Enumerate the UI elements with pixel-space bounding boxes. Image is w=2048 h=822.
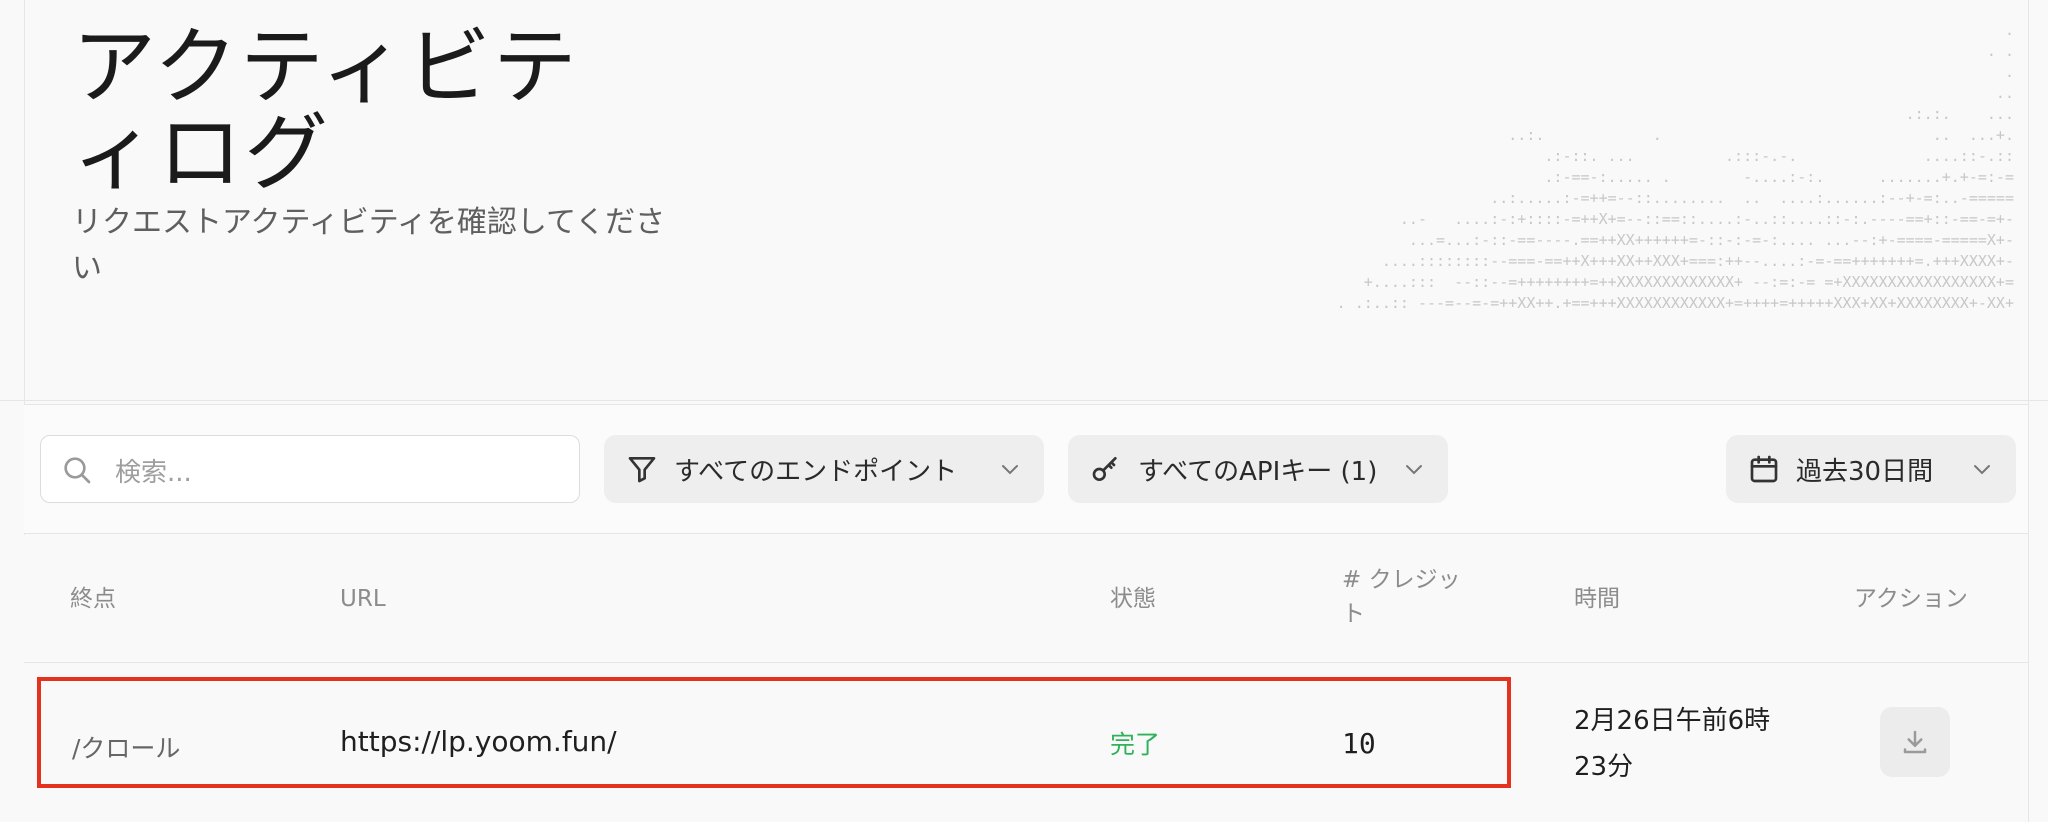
column-header-action: アクション: [1854, 586, 1968, 612]
calendar-icon: [1750, 455, 1778, 483]
row-credits: 10: [1342, 727, 1376, 760]
chevron-down-icon: [1406, 465, 1422, 475]
filter-icon: [628, 457, 656, 483]
page-title: アクティビティログ: [72, 18, 579, 202]
ascii-art-decoration: . . . . .. .:.:. ... ..:. . .. ...+. .:-…: [1336, 21, 2014, 312]
date-range-label: 過去30日間: [1796, 457, 1934, 487]
download-icon: [1903, 730, 1927, 754]
status-badge: 完了: [1110, 730, 1161, 759]
column-header-url: URL: [340, 586, 386, 612]
filter-bar: 検索... すべてのエンドポイント すべてのAPIキー (1) 過去30日間: [24, 404, 2028, 534]
column-header-time: 時間: [1574, 586, 1620, 612]
download-button[interactable]: [1880, 707, 1950, 777]
key-icon: [1092, 457, 1117, 481]
row-url: https://lp.yoom.fun/: [340, 725, 617, 758]
endpoint-filter-dropdown[interactable]: すべてのエンドポイント: [604, 435, 1044, 503]
chevron-down-icon: [1002, 465, 1018, 475]
endpoint-filter-label: すべてのエンドポイント: [674, 457, 958, 487]
search-placeholder: 検索...: [115, 458, 192, 488]
frame-border-right: [2028, 0, 2029, 822]
apikey-filter-label: すべてのAPIキー (1): [1138, 457, 1378, 487]
column-header-status: 状態: [1110, 586, 1156, 612]
apikey-filter-dropdown[interactable]: すべてのAPIキー (1): [1068, 435, 1448, 503]
chevron-down-icon: [1974, 465, 1990, 475]
header-divider: [0, 400, 2048, 401]
page-subtitle: リクエストアクティビティを確認してください: [72, 205, 666, 286]
search-icon: [64, 457, 91, 484]
date-range-dropdown[interactable]: 過去30日間: [1726, 435, 2016, 503]
row-time: 2月26日午前6時23分: [1574, 706, 1771, 782]
search-input[interactable]: 検索...: [40, 435, 580, 503]
column-header-endpoint: 終点: [70, 586, 116, 612]
page-header: アクティビティログ リクエストアクティビティを確認してください . . . . …: [24, 0, 2028, 400]
row-endpoint: /クロール: [72, 734, 181, 763]
table-header: 終点 URL 状態 # クレジット 時間 アクション: [24, 535, 2028, 663]
column-header-credits: # クレジット: [1342, 567, 1461, 627]
